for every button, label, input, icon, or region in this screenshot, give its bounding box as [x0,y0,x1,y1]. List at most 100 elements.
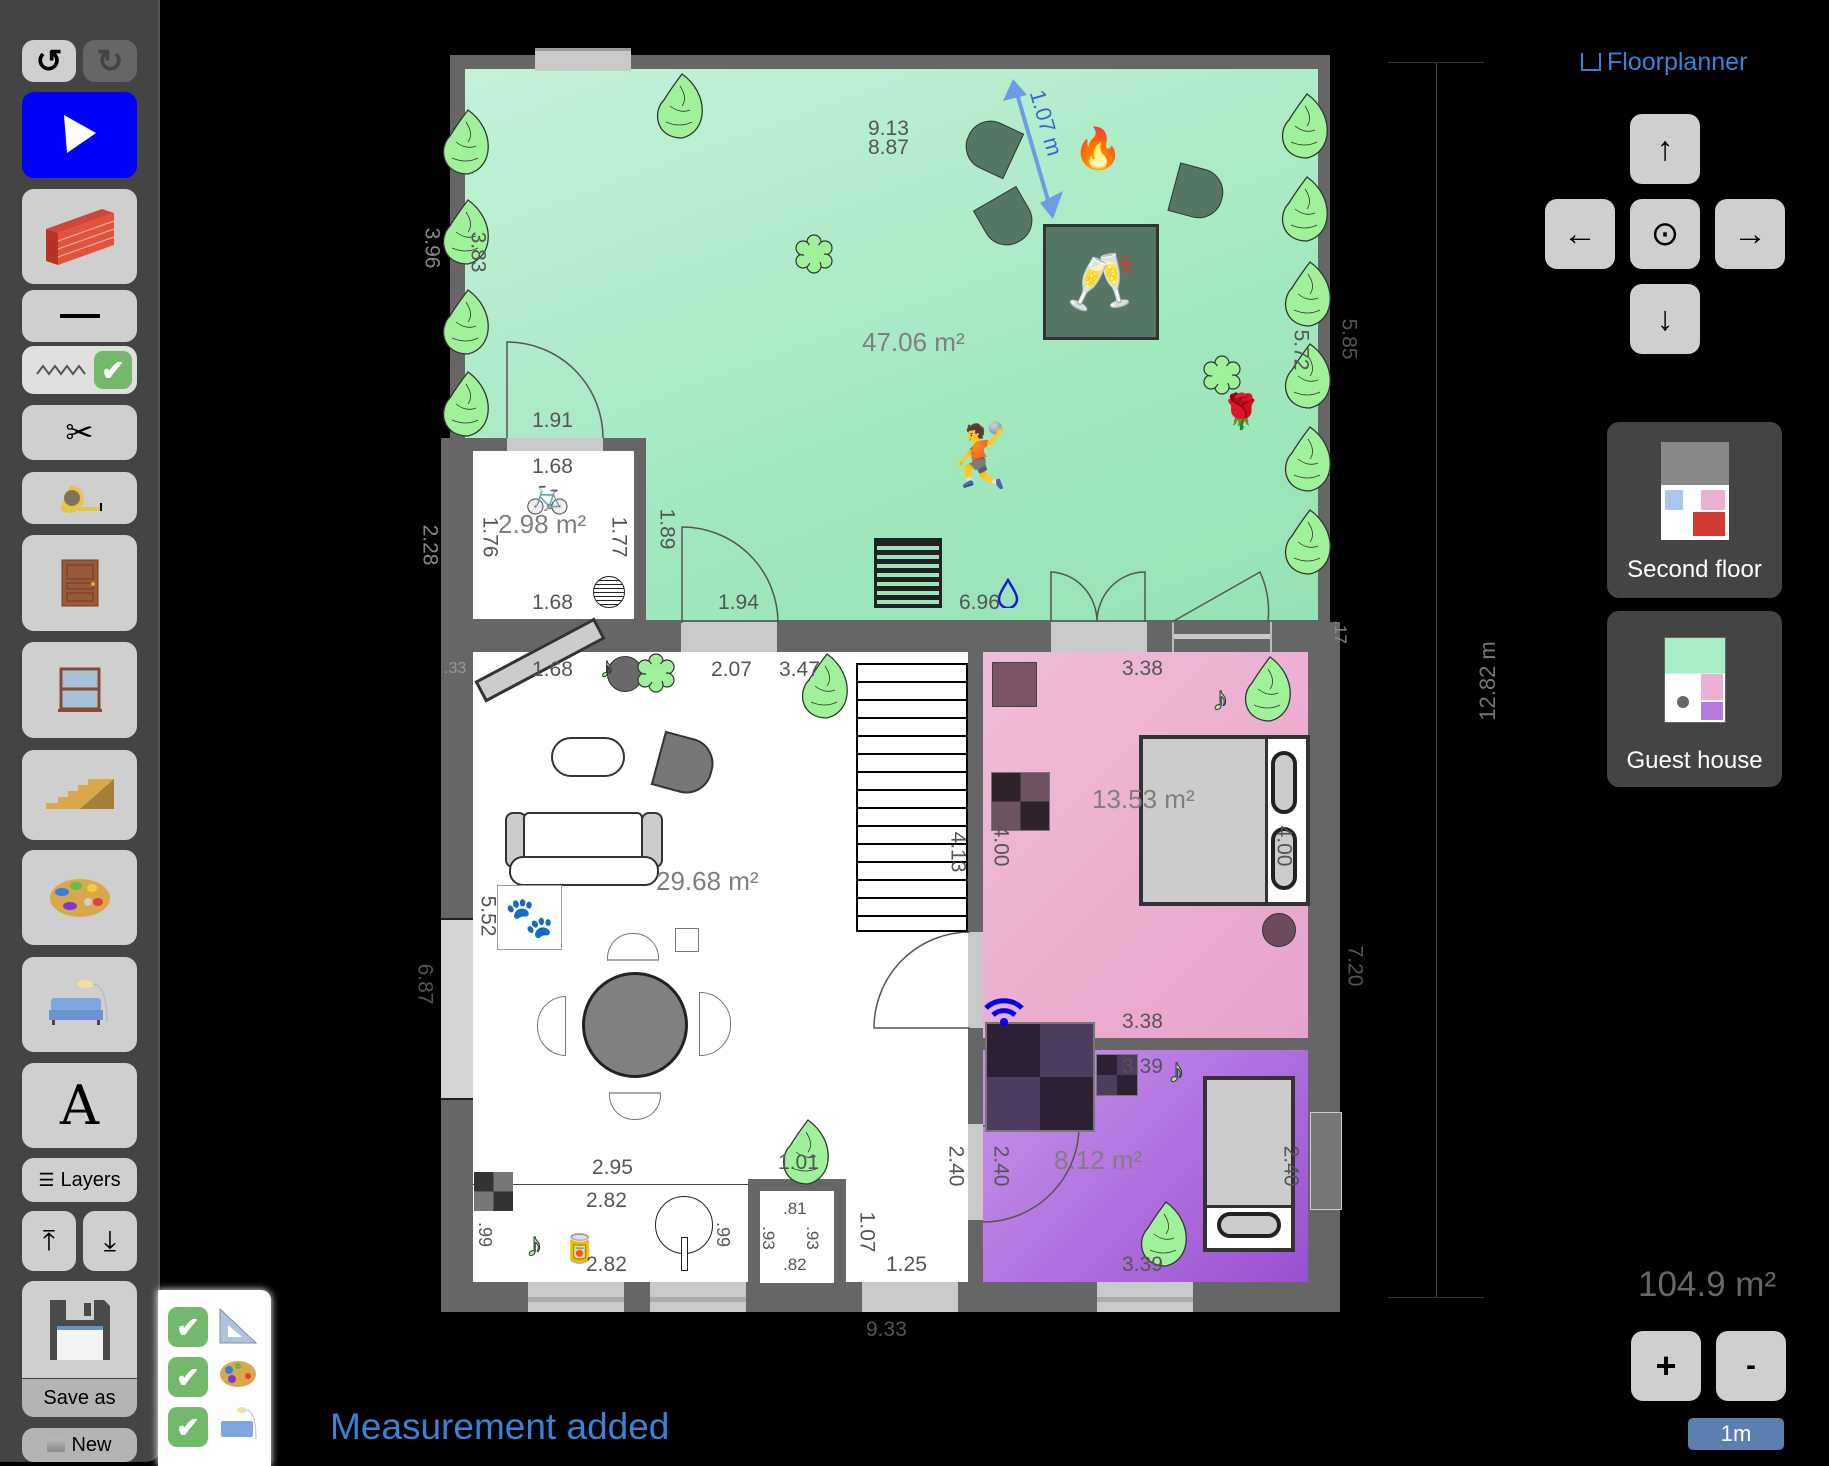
monstera-plant-icon[interactable] [1277,92,1337,162]
door-tool-button[interactable] [22,535,137,631]
staircase[interactable] [856,663,968,932]
dining-table[interactable] [582,972,688,1078]
zigzag-toggle-checkbox[interactable]: ✔ [94,351,132,389]
garden-door-opening[interactable] [681,622,777,652]
drain[interactable] [593,576,625,608]
kitchen-window-1[interactable] [528,1282,624,1312]
line-tool-button[interactable] [22,290,137,342]
pan-up-button[interactable]: ↑ [1630,114,1700,184]
pan-right-button[interactable]: → [1715,199,1785,269]
kitchen-window-2[interactable] [650,1282,746,1312]
couch-lamp-icon [48,979,108,1025]
garden-top-window[interactable] [535,48,631,71]
dimension-label: 5.85 [1337,318,1361,360]
move-to-top-button[interactable]: ⤒ [22,1211,76,1271]
bathroom-window[interactable] [1097,1282,1193,1312]
shower[interactable] [985,1022,1095,1132]
nightstand[interactable] [992,662,1037,707]
pan-center-button[interactable]: ⊙ [1630,199,1700,269]
sofa[interactable] [505,812,663,886]
rose-icon[interactable]: 🌹 [1220,392,1262,432]
tape-measure-icon [59,485,102,513]
dimension-label: 3.39 [1122,1253,1163,1276]
wardrobe[interactable] [991,772,1050,831]
redo-button[interactable]: ↻ [83,40,137,82]
grill-grate[interactable] [874,538,942,608]
dimension-label: 1.07 [855,1211,879,1253]
save-button[interactable] [22,1281,137,1378]
paint-tool-button[interactable] [22,850,137,945]
pet-bed[interactable]: 🐾 [497,885,562,950]
layer-measurements-checkbox[interactable]: ✔ [168,1307,208,1347]
window-icon [57,667,102,712]
shrub-icon[interactable] [1202,355,1244,397]
left-window[interactable] [441,918,473,1100]
move-to-bottom-button[interactable]: ⤓ [83,1211,137,1271]
music-note-icon[interactable]: ♪ [600,652,615,684]
save-as-button[interactable]: Save as [22,1379,137,1417]
monstera-plant-icon[interactable] [1280,425,1340,495]
music-note-icon[interactable]: ♪ [526,1226,544,1265]
zoom-in-button[interactable]: + [1631,1331,1701,1401]
monstera-plant-icon[interactable] [438,288,498,358]
app-title[interactable]: Floorplanner [1581,48,1747,77]
bedroom-garden-door[interactable] [1051,622,1147,652]
new-button[interactable]: New [22,1428,137,1462]
dimension-label: 4.00 [1272,825,1296,867]
monstera-plant-icon[interactable] [1280,260,1340,330]
zoom-out-button[interactable]: - [1716,1331,1786,1401]
text-tool-button[interactable]: A [22,1063,137,1148]
shrub-icon[interactable] [636,653,678,695]
sliding-door[interactable] [1172,622,1272,652]
monstera-plant-icon[interactable] [652,72,712,142]
undo-button[interactable]: ↺ [22,40,76,82]
couch-lamp-icon [221,1407,257,1440]
coffee-table[interactable] [551,737,625,777]
fridge[interactable] [474,1172,513,1211]
dimension-label: .17 [1330,620,1350,644]
double-bed[interactable] [1139,735,1310,906]
wall-tool-button[interactable] [22,189,137,284]
shrub-icon[interactable] [794,234,836,276]
pan-left-button[interactable]: ← [1545,199,1615,269]
dimension-label: .99 [475,1221,496,1248]
dimension-label: 1.25 [886,1253,927,1276]
pan-down-button[interactable]: ↓ [1630,284,1700,354]
bathroom-door[interactable] [968,1124,983,1220]
paw-icon: 🐾 [504,896,555,940]
monstera-plant-icon[interactable] [1277,175,1337,245]
music-note-icon[interactable]: ♪ [1168,1052,1186,1091]
furniture-tool-button[interactable] [22,957,137,1052]
garden-table[interactable]: 🥂 [1043,224,1159,340]
handball-player-icon[interactable]: 🤾 [940,420,1017,493]
door-swing-arc [873,931,971,1029]
dimension-label: 5.52 [476,895,500,937]
room-area-label: 8.12 m² [1054,1145,1143,1175]
bathroom-right-window[interactable] [1310,1112,1342,1210]
dimension-label: 3.38 [1122,1010,1163,1033]
music-note-icon[interactable]: ♪ [1212,680,1230,719]
floor-card-second-floor[interactable]: Second floor [1607,422,1782,598]
monstera-plant-icon[interactable] [1240,655,1300,725]
cut-tool-button[interactable]: ✂ [22,405,137,460]
round-stool[interactable] [1262,913,1296,947]
layer-furniture-checkbox[interactable]: ✔ [168,1407,208,1447]
stairs-tool-button[interactable] [22,750,137,840]
total-height-label: 12.82 m [1474,641,1500,721]
brick-wall-icon [45,208,114,265]
monstera-plant-icon[interactable] [1280,508,1340,578]
measure-tool-button[interactable] [22,472,137,524]
wifi-icon[interactable] [982,994,1026,1028]
monstera-plant-icon[interactable] [438,370,498,440]
side-table[interactable] [675,928,699,952]
layer-colors-checkbox[interactable]: ✔ [168,1357,208,1397]
dimension-tick [1388,1297,1484,1298]
window-tool-button[interactable] [22,642,137,738]
select-mode-button[interactable] [22,92,137,178]
front-door[interactable] [862,1282,958,1312]
monstera-plant-icon[interactable] [438,108,498,178]
floor-card-guest-house[interactable]: Guest house [1607,611,1782,787]
layers-button[interactable]: ☰ Layers [22,1158,137,1202]
zigzag-tool-button[interactable]: ✔ [22,346,137,394]
dimension-label: 1.89 [655,508,679,550]
